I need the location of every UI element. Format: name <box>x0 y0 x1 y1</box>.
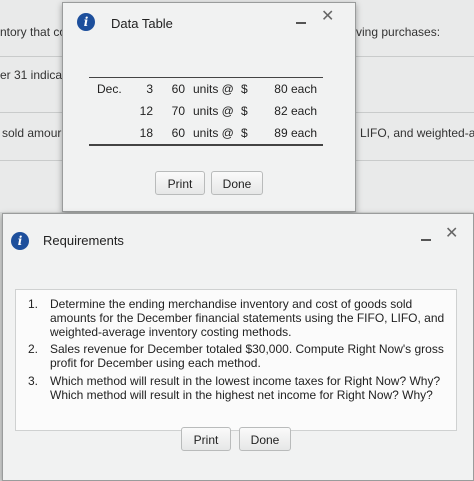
print-button[interactable]: Print <box>181 427 231 451</box>
window-title: Data Table <box>111 16 173 31</box>
dollar-cell: $ <box>241 104 248 118</box>
item-number: 3. <box>28 374 39 388</box>
dollar-cell: $ <box>241 82 248 96</box>
info-icon: i <box>11 232 29 250</box>
table-row: 18 60 units @ $ 89 each <box>89 122 323 145</box>
units-cell: units @ <box>193 104 234 118</box>
table-row: 12 70 units @ $ 82 each <box>89 100 323 122</box>
qty-cell: 60 <box>171 82 185 96</box>
units-cell: units @ <box>193 126 234 140</box>
day-cell: 18 <box>139 126 153 140</box>
day-cell: 3 <box>146 82 153 96</box>
qty-cell: 60 <box>171 126 185 140</box>
minimize-icon[interactable] <box>421 239 431 241</box>
close-icon[interactable]: ✕ <box>445 226 458 242</box>
dollar-cell: $ <box>241 126 248 140</box>
data-table-window: i Data Table ✕ Dec. 3 60 units @ $ 80 ea… <box>62 2 356 212</box>
price-cell: 82 each <box>274 104 317 118</box>
background-text: ving purchases: <box>356 25 441 39</box>
minimize-icon[interactable] <box>296 22 306 24</box>
item-text: Which method will result in the lowest i… <box>50 374 441 402</box>
background-text: ntory that co <box>0 25 67 39</box>
done-button[interactable]: Done <box>239 427 291 451</box>
window-header[interactable]: i Data Table ✕ <box>63 3 355 43</box>
day-cell: 12 <box>139 104 153 118</box>
window-header[interactable]: i Requirements ✕ <box>3 214 473 254</box>
background-text: er 31 indica <box>0 68 63 82</box>
table-row: Dec. 3 60 units @ $ 80 each <box>89 78 323 101</box>
background-text: sold amour <box>2 126 62 140</box>
units-cell: units @ <box>193 82 234 96</box>
background-text: LIFO, and weighted-a <box>360 126 474 140</box>
qty-cell: 70 <box>171 104 185 118</box>
month-cell: Dec. <box>97 82 122 96</box>
done-button[interactable]: Done <box>211 171 263 195</box>
item-text: Determine the ending merchandise invento… <box>50 297 445 339</box>
info-icon: i <box>77 13 95 31</box>
print-button[interactable]: Print <box>155 171 205 195</box>
requirements-list: 1. Determine the ending merchandise inve… <box>15 289 457 431</box>
month-cell <box>89 100 133 122</box>
item-text: Sales revenue for December totaled $30,0… <box>50 342 444 370</box>
month-cell <box>89 122 133 145</box>
window-title: Requirements <box>43 233 124 248</box>
price-cell: 80 each <box>274 82 317 96</box>
purchases-table: Dec. 3 60 units @ $ 80 each 12 70 units … <box>89 77 323 146</box>
price-cell: 89 each <box>274 126 317 140</box>
close-icon[interactable]: ✕ <box>321 9 334 25</box>
item-number: 2. <box>28 342 39 356</box>
item-number: 1. <box>28 297 39 311</box>
requirements-window: i Requirements ✕ 1. Determine the ending… <box>2 213 474 481</box>
